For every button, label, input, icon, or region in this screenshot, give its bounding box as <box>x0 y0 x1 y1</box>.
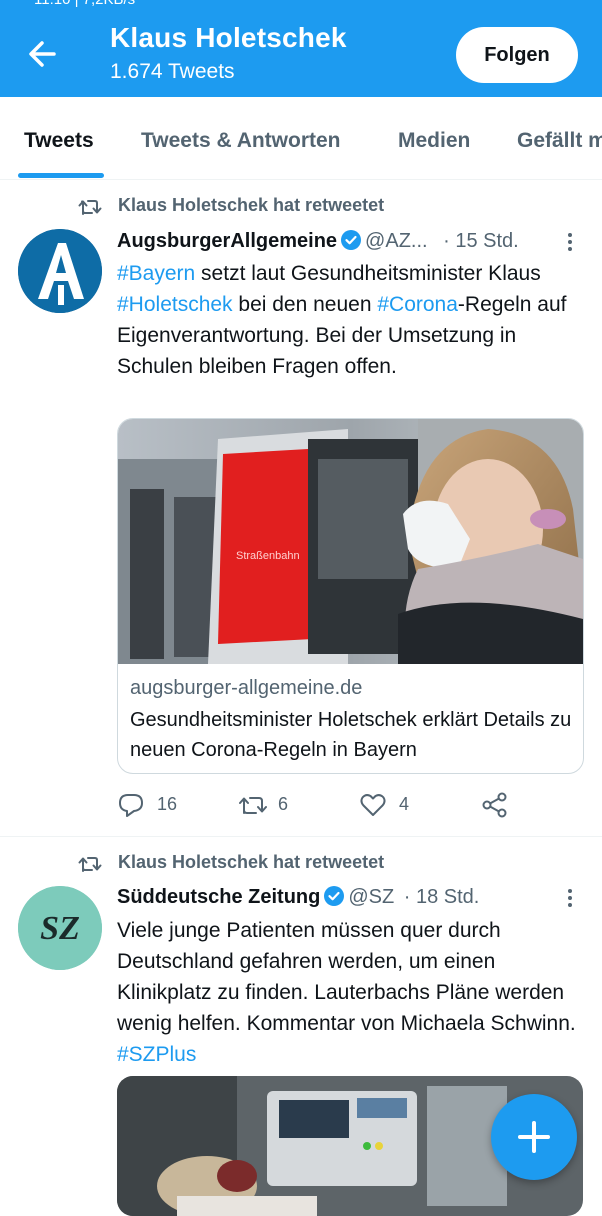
tweet-count: 1.674 Tweets <box>110 60 235 83</box>
verified-badge-icon <box>324 886 345 906</box>
compose-tweet-button[interactable] <box>491 1094 577 1180</box>
hashtag-link[interactable]: #Bayern <box>117 262 195 285</box>
profile-header: 11:10 | 7,2KB/s Klaus Holetschek 1.674 T… <box>0 0 602 97</box>
tweet-text: #Bayern setzt laut Gesundheitsminister K… <box>117 258 587 382</box>
tab-tweets[interactable]: Tweets <box>24 129 94 153</box>
follow-button[interactable]: Folgen <box>456 27 578 83</box>
plus-icon <box>518 1121 550 1153</box>
like-count: 4 <box>399 794 410 814</box>
retweet-icon <box>78 200 102 215</box>
retweet-label: Klaus Holetschek hat retweetet <box>118 852 385 872</box>
retweet-count: 6 <box>278 794 289 814</box>
retweet-icon <box>239 797 267 814</box>
train-label: Straßenbahn <box>236 550 300 562</box>
tweet-author-row: Süddeutsche Zeitung @SZ · 18 Std. <box>117 886 479 916</box>
status-text: 11:10 | 7,2KB/s <box>34 0 135 8</box>
tweet-text: Viele junge Patienten müssen quer durch … <box>117 915 587 1070</box>
tweet-time: · 15 Std. <box>443 230 519 252</box>
hashtag-link[interactable]: #Holetschek <box>117 293 233 316</box>
verified-badge-icon <box>341 230 362 250</box>
share-button[interactable] <box>481 790 511 820</box>
link-domain: augsburger-allgemeine.de <box>130 677 363 699</box>
retweet-label: Klaus Holetschek hat retweetet <box>118 195 385 215</box>
profile-name: Klaus Holetschek <box>110 22 347 53</box>
hashtag-link[interactable]: #SZPlus <box>117 1043 196 1066</box>
retweet-icon <box>78 857 102 872</box>
more-options-icon[interactable] <box>565 887 575 909</box>
tweet-time: · 18 Std. <box>403 886 480 908</box>
tweet-text-segment: Viele junge Patienten müssen quer durch … <box>117 919 576 1035</box>
author-name[interactable]: AugsburgerAllgemeine <box>117 230 337 252</box>
article-photo: Straßenbahn <box>118 419 583 664</box>
share-icon <box>482 792 507 818</box>
reply-count: 16 <box>157 794 178 814</box>
tweet-actions: 16 6 4 <box>117 790 577 820</box>
tweet-text-segment: setzt laut Gesundheitsminister Klaus <box>195 262 541 285</box>
tweet-divider <box>0 836 602 837</box>
tab-likes[interactable]: Gefällt m <box>517 129 602 153</box>
status-bar: 11:10 | 7,2KB/s <box>0 0 602 10</box>
heart-icon <box>360 794 386 816</box>
augsburger-logo-icon <box>18 229 102 313</box>
tweet-author-row: AugsburgerAllgemeine @AZ... · 15 Std. <box>117 230 519 260</box>
tab-media[interactable]: Medien <box>398 129 470 153</box>
more-options-icon[interactable] <box>565 231 575 253</box>
reply-icon <box>119 794 143 817</box>
author-handle: @AZ... <box>365 230 428 252</box>
author-handle: @SZ <box>348 886 395 908</box>
active-tab-indicator <box>18 173 104 178</box>
link-card[interactable]: Straßenbahn augsburger-allgemeine.de Ges… <box>117 418 584 774</box>
sz-logo-text: SZ <box>40 910 80 947</box>
profile-tabs: Tweets Tweets & Antworten Medien Gefällt… <box>0 97 602 180</box>
tab-tweets-and-replies[interactable]: Tweets & Antworten <box>141 129 341 153</box>
sz-logo-icon: SZ <box>18 886 102 970</box>
author-name[interactable]: Süddeutsche Zeitung <box>117 886 320 908</box>
back-arrow-icon[interactable] <box>24 36 64 72</box>
link-title: Gesundheitsminister Holetschek erklärt D… <box>130 709 572 761</box>
hashtag-link[interactable]: #Corona <box>377 293 458 316</box>
avatar[interactable] <box>18 229 102 313</box>
tweet-text-segment: bei den neuen <box>232 293 378 316</box>
avatar[interactable]: SZ <box>18 886 102 970</box>
